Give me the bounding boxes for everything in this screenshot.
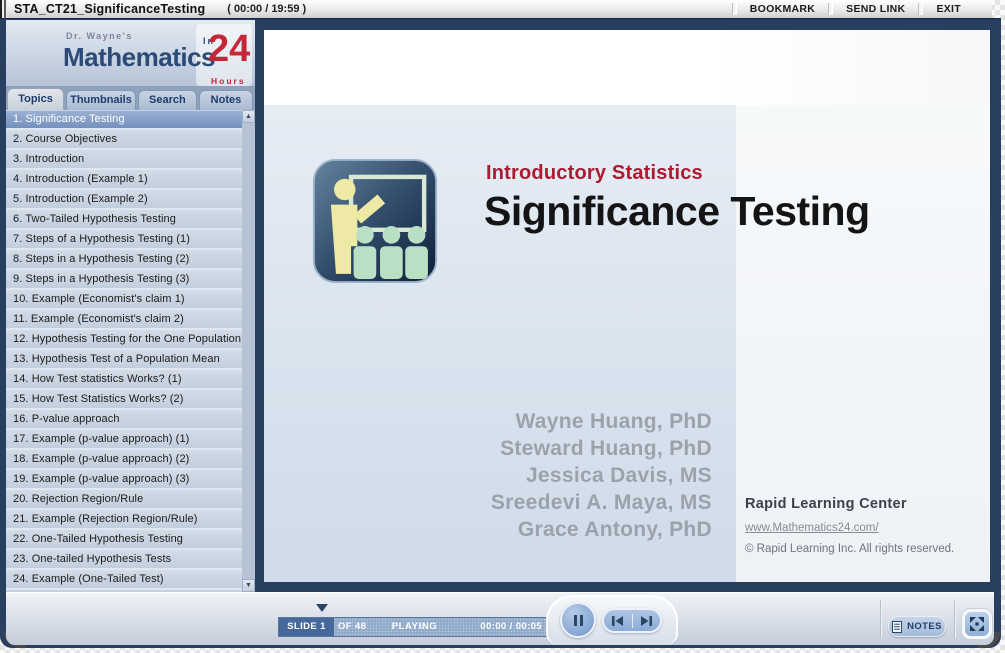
tab-search[interactable]: Search xyxy=(138,90,197,110)
topic-item[interactable]: 1. Significance Testing xyxy=(6,110,242,130)
control-bar-divider xyxy=(880,600,881,638)
logo-24-number: 24 xyxy=(208,30,250,68)
brand-name: Rapid Learning Center xyxy=(745,496,981,512)
brand-block: Rapid Learning Center www.Mathematics24.… xyxy=(745,496,981,555)
next-icon xyxy=(640,616,653,626)
topic-item[interactable]: 16. P-value approach xyxy=(6,410,242,430)
author: Jessica Davis, MS xyxy=(491,462,712,489)
topic-item[interactable]: 24. Example (One-Tailed Test) xyxy=(6,570,242,590)
topic-item[interactable]: 23. One-tailed Hypothesis Tests xyxy=(6,550,242,570)
scroll-down-icon: ▼ xyxy=(245,582,252,589)
sidebar: Dr. Wayne's Mathematics In 24 Hours Topi… xyxy=(6,20,255,592)
author: Grace Antony, PhD xyxy=(491,516,712,543)
slide-title: Significance Testing xyxy=(484,188,870,235)
notes-button[interactable]: NOTES xyxy=(888,616,946,637)
topic-item[interactable]: 13. Hypothesis Test of a Population Mean xyxy=(6,350,242,370)
course-player-window: STA_CT21_SignificanceTesting ( 00:00 / 1… xyxy=(0,0,1005,653)
slide-progress-strip[interactable]: PLAYING SLIDE 1 OF 48 00:00 / 00:05 xyxy=(278,617,551,637)
current-slide-label: SLIDE 1 xyxy=(279,618,334,636)
window-grip xyxy=(0,0,7,18)
notes-icon xyxy=(892,621,902,633)
previous-slide-button[interactable] xyxy=(604,610,632,631)
copyright-text: © Rapid Learning Inc. All rights reserve… xyxy=(745,543,981,555)
tab-notes[interactable]: Notes xyxy=(199,90,253,110)
website-link[interactable]: www.Mathematics24.com/ xyxy=(745,522,981,534)
author: Steward Huang, PhD xyxy=(491,435,712,462)
topic-item[interactable]: 9. Steps in a Hypothesis Testing (3) xyxy=(6,270,242,290)
logo-brand-name: Mathematics xyxy=(63,42,215,73)
scroll-down-button[interactable]: ▼ xyxy=(242,579,255,592)
fullscreen-button[interactable] xyxy=(961,608,993,640)
course-elapsed-time: ( 00:00 / 19:59 ) xyxy=(227,3,306,15)
topic-item[interactable]: 3. Introduction xyxy=(6,150,242,170)
topic-item[interactable]: 19. Example (p-value approach) (3) xyxy=(6,470,242,490)
notes-button-label: NOTES xyxy=(907,621,942,632)
topic-item[interactable]: 5. Introduction (Example 2) xyxy=(6,190,242,210)
slide-stepper xyxy=(602,608,662,633)
control-bar-divider xyxy=(954,600,955,638)
total-slides-label: OF 48 xyxy=(338,618,366,636)
previous-icon xyxy=(611,616,624,626)
topic-item[interactable]: 21. Example (Rejection Region/Rule) xyxy=(6,510,242,530)
classroom-presenter-icon xyxy=(312,156,438,286)
exit-button[interactable]: EXIT xyxy=(923,3,974,15)
playhead-marker-icon[interactable] xyxy=(316,604,328,612)
logo-hours-word: Hours xyxy=(211,76,246,86)
topic-item[interactable]: 15. How Test Statistics Works? (2) xyxy=(6,390,242,410)
titlebar: STA_CT21_SignificanceTesting ( 00:00 / 1… xyxy=(0,0,992,19)
scroll-up-icon: ▲ xyxy=(245,113,252,120)
next-slide-button[interactable] xyxy=(633,610,661,631)
topic-item[interactable]: 4. Introduction (Example 1) xyxy=(6,170,242,190)
topic-item[interactable]: 10. Example (Economist's claim 1) xyxy=(6,290,242,310)
topic-item[interactable]: 11. Example (Economist's claim 2) xyxy=(6,310,242,330)
fullscreen-icon xyxy=(965,612,989,636)
logo-tagline: Dr. Wayne's xyxy=(66,31,133,41)
slide-eyebrow: Introductory Statistics xyxy=(486,162,703,185)
sidebar-tabs: Topics Thumbnails Search Notes xyxy=(6,86,255,110)
pause-button[interactable] xyxy=(560,602,596,638)
course-title: STA_CT21_SignificanceTesting xyxy=(14,2,205,16)
topic-item[interactable]: 20. Rejection Region/Rule xyxy=(6,490,242,510)
topic-item[interactable]: 17. Example (p-value approach) (1) xyxy=(6,430,242,450)
topic-item[interactable]: 8. Steps in a Hypothesis Testing (2) xyxy=(6,250,242,270)
topic-item[interactable]: 12. Hypothesis Testing for the One Popul… xyxy=(6,330,242,350)
topic-item[interactable]: 6. Two-Tailed Hypothesis Testing xyxy=(6,210,242,230)
tab-thumbnails[interactable]: Thumbnails xyxy=(66,90,136,110)
topic-item[interactable]: 2. Course Objectives xyxy=(6,130,242,150)
brand-logo: Dr. Wayne's Mathematics In 24 Hours xyxy=(6,20,255,86)
tab-topics[interactable]: Topics xyxy=(7,88,64,110)
clip-time: 00:00 / 00:05 xyxy=(480,618,542,636)
topics-list: 1. Significance Testing2. Course Objecti… xyxy=(6,110,242,592)
author: Wayne Huang, PhD xyxy=(491,408,712,435)
authors-list: Wayne Huang, PhD Steward Huang, PhD Jess… xyxy=(491,408,712,543)
topics-scrollbar[interactable]: ▲ ▼ xyxy=(242,110,255,592)
slide-top-band xyxy=(264,30,990,105)
bookmark-button[interactable]: BOOKMARK xyxy=(737,3,828,15)
titlebar-actions: BOOKMARK SEND LINK EXIT xyxy=(732,0,974,18)
scroll-up-button[interactable]: ▲ xyxy=(242,110,255,123)
topic-item[interactable]: 14. How Test statistics Works? (1) xyxy=(6,370,242,390)
slide-canvas: Introductory Statistics Significance Tes… xyxy=(264,30,990,582)
topic-item[interactable]: 22. One-Tailed Hypothesis Testing xyxy=(6,530,242,550)
pause-icon xyxy=(574,615,583,626)
topic-item[interactable]: 7. Steps of a Hypothesis Testing (1) xyxy=(6,230,242,250)
topics-list-wrapper: 1. Significance Testing2. Course Objecti… xyxy=(6,110,255,592)
author: Sreedevi A. Maya, MS xyxy=(491,489,712,516)
topic-item[interactable]: 18. Example (p-value approach) (2) xyxy=(6,450,242,470)
send-link-button[interactable]: SEND LINK xyxy=(833,3,918,15)
